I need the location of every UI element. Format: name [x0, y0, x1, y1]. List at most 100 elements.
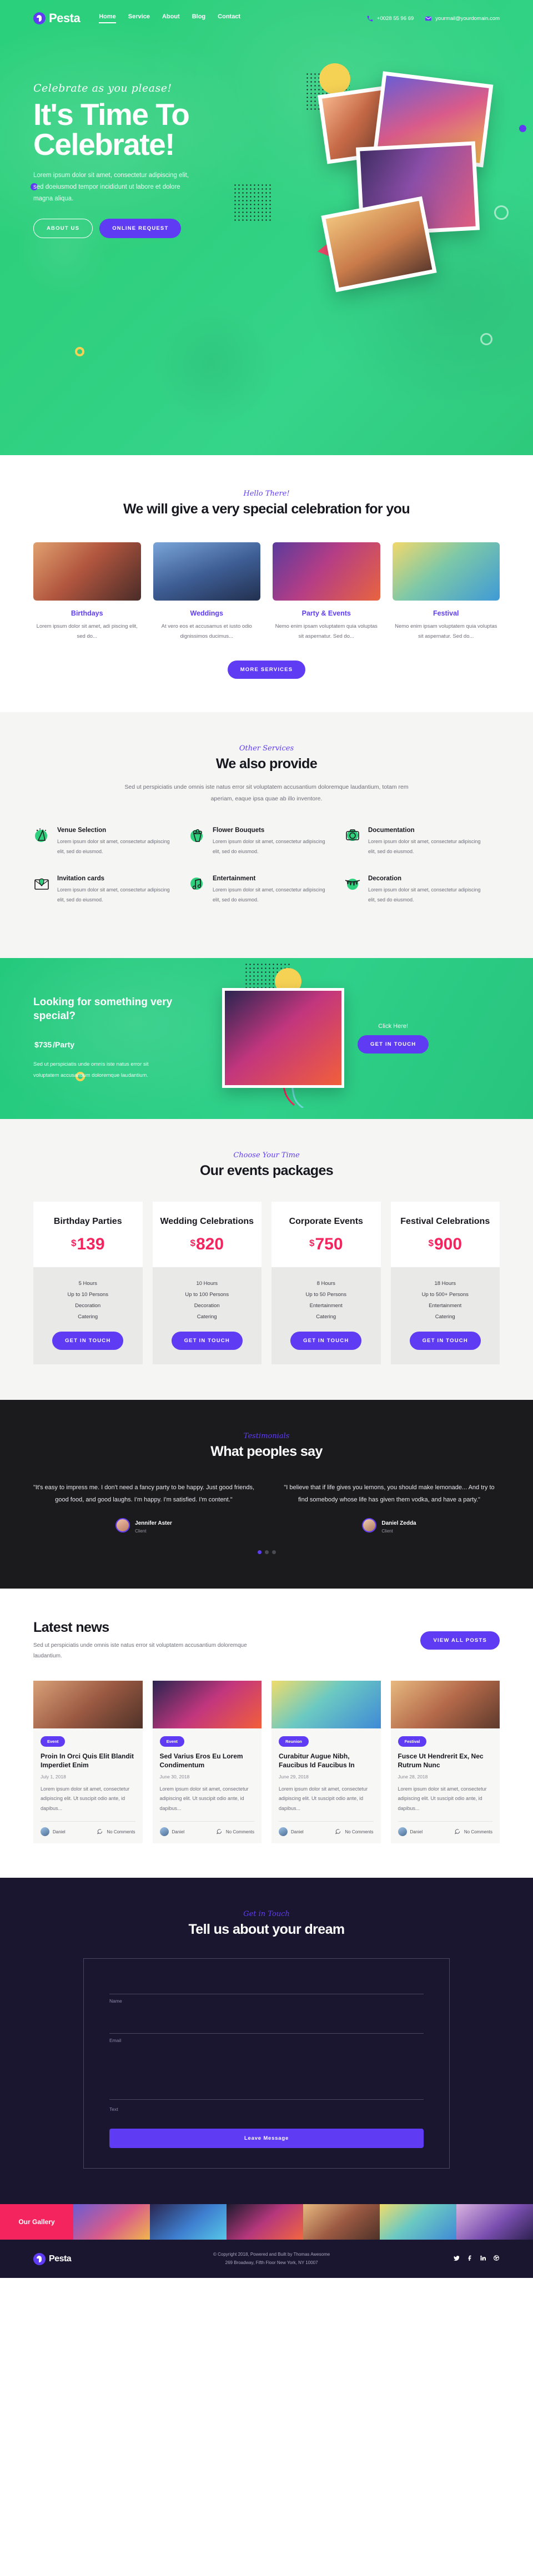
news-tag[interactable]: Reunion: [279, 1736, 309, 1747]
nav-phone[interactable]: +0028 55 96 69: [366, 15, 414, 22]
footer-address: 269 Broadway, Fifth Floor New York, NY 1…: [225, 2260, 318, 2265]
package-price-value: 750: [315, 1234, 343, 1253]
gallery-thumb[interactable]: [150, 2204, 227, 2240]
pagination-dot[interactable]: [264, 1550, 269, 1554]
logo-mark-icon: [33, 12, 46, 24]
gallery-thumb[interactable]: [456, 2204, 533, 2240]
offer-price: $735/Party: [33, 1031, 200, 1052]
category-card[interactable]: Festival Nemo enim ipsam voluptatem quia…: [392, 542, 500, 642]
news-excerpt: Lorem ipsum dolor sit amet, consectetur …: [41, 1786, 130, 1811]
currency-symbol: $: [190, 1237, 195, 1248]
package-price: $139: [39, 1235, 137, 1254]
category-card[interactable]: Weddings At vero eos et accusamus et ius…: [153, 542, 260, 642]
packages-title: Our events packages: [199, 1163, 334, 1179]
service-item[interactable]: Flower Bouquets Lorem ipsum dolor sit am…: [189, 827, 344, 856]
leave-message-button[interactable]: Leave Message: [109, 2129, 424, 2149]
category-name: Festival: [433, 609, 459, 617]
news-author: Daniel: [410, 1829, 423, 1834]
package-get-in-touch-button[interactable]: GET IN TOUCH: [290, 1331, 362, 1350]
service-item[interactable]: Invitation cards Lorem ipsum dolor sit a…: [33, 875, 189, 905]
category-name: Birthdays: [71, 609, 103, 617]
service-item[interactable]: Decoration Lorem ipsum dolor sit amet, c…: [344, 875, 500, 905]
about-us-button[interactable]: ABOUT US: [33, 218, 93, 238]
gallery-thumb[interactable]: [227, 2204, 303, 2240]
package-name: Wedding Celebrations: [160, 1217, 254, 1227]
dribbble-icon[interactable]: [493, 2254, 500, 2264]
name-input[interactable]: [109, 1982, 424, 1995]
package-get-in-touch-button[interactable]: GET IN TOUCH: [171, 1331, 243, 1350]
twitter-icon[interactable]: [453, 2254, 460, 2264]
email-input[interactable]: [109, 2021, 424, 2034]
comment-icon: [335, 1828, 342, 1836]
nav-link-service[interactable]: Service: [128, 13, 150, 23]
nav-links: Home Service About Blog Contact: [99, 13, 240, 23]
package-feature: Decoration: [75, 1302, 101, 1309]
package-get-in-touch-button[interactable]: GET IN TOUCH: [52, 1331, 124, 1350]
nav-phone-text: +0028 55 96 69: [376, 15, 414, 22]
hero-section: Pesta Home Service About Blog Contact +0…: [0, 0, 533, 455]
nav-email[interactable]: yourmail@yourdomain.com: [425, 15, 500, 22]
celebration-section: Hello There! We will give a very special…: [0, 455, 533, 713]
nav-contact-info: +0028 55 96 69 yourmail@yourdomain.com: [366, 15, 500, 22]
service-text: Lorem ipsum dolor sit amet, consectetur …: [212, 887, 325, 903]
service-item[interactable]: Entertainment Lorem ipsum dolor sit amet…: [189, 875, 344, 905]
news-image: [390, 1680, 500, 1728]
name-field-group: Name: [109, 1981, 424, 2004]
footer-logo[interactable]: Pesta: [33, 2252, 72, 2265]
package-get-in-touch-button[interactable]: GET IN TOUCH: [409, 1331, 481, 1350]
package-price-value: 820: [195, 1234, 224, 1253]
linkedin-icon[interactable]: [480, 2254, 486, 2264]
hero-title: It's Time To Celebrate!: [33, 99, 250, 160]
nav-link-about[interactable]: About: [162, 13, 180, 23]
site-logo[interactable]: Pesta: [33, 11, 81, 26]
gallery-strip: Our Gallery: [0, 2204, 533, 2240]
package-feature: Entertainment: [429, 1302, 462, 1309]
category-card[interactable]: Birthdays Lorem ipsum dolor sit amet, ad…: [33, 542, 141, 642]
message-textarea[interactable]: [109, 2060, 424, 2100]
online-request-button[interactable]: ONLINE REQUEST: [99, 218, 182, 238]
nav-link-home[interactable]: Home: [99, 13, 116, 23]
gallery-thumb[interactable]: [73, 2204, 150, 2240]
news-card[interactable]: Festival Fusce Ut Hendrerit Ex, Nec Rutr…: [390, 1680, 500, 1844]
package-card[interactable]: Wedding Celebrations $820 10 Hours Up to…: [152, 1202, 262, 1364]
nav-link-blog[interactable]: Blog: [192, 13, 205, 23]
package-price: $820: [158, 1235, 257, 1254]
news-tag[interactable]: Event: [159, 1736, 184, 1747]
bouquet-icon: [189, 827, 205, 844]
package-card[interactable]: Birthday Parties $139 5 Hours Up to 10 P…: [33, 1202, 143, 1364]
avatar: [279, 1827, 288, 1837]
category-text: At vero eos et accusamus et iusto odio d…: [161, 623, 252, 640]
testimonial-pagination[interactable]: [33, 1550, 500, 1554]
gallery-thumb[interactable]: [380, 2204, 456, 2240]
package-card[interactable]: Corporate Events $750 8 Hours Up to 50 P…: [271, 1202, 381, 1364]
main-navigation: Pesta Home Service About Blog Contact +0…: [33, 0, 500, 37]
category-text: Nemo enim ipsam voluptatem quia voluptas…: [275, 623, 378, 640]
more-services-button[interactable]: MORE SERVICES: [227, 661, 306, 679]
news-card[interactable]: Event Sed Varius Eros Eu Lorem Condiment…: [152, 1680, 262, 1844]
category-text: Lorem ipsum dolor sit amet, adi piscing …: [36, 623, 138, 640]
service-title: Invitation cards: [57, 875, 104, 883]
nav-link-contact[interactable]: Contact: [218, 13, 240, 23]
avatar: [398, 1827, 407, 1837]
news-card[interactable]: Reunion Curabitur Augue Nibh, Faucibus I…: [271, 1680, 381, 1844]
category-card[interactable]: Party & Events Nemo enim ipsam voluptate…: [273, 542, 380, 642]
service-item[interactable]: Venue Selection Lorem ipsum dolor sit am…: [33, 827, 189, 856]
gallery-thumb[interactable]: [303, 2204, 380, 2240]
news-card[interactable]: Event Proin In Orci Quis Elit Blandit Im…: [33, 1680, 143, 1844]
get-in-touch-button[interactable]: GET IN TOUCH: [358, 1035, 429, 1053]
news-card-title: Fusce Ut Hendrerit Ex, Nec Rutrum Nunc: [398, 1752, 484, 1769]
package-price-value: 900: [434, 1234, 462, 1253]
pagination-dot[interactable]: [271, 1550, 276, 1554]
avatar: [41, 1827, 49, 1837]
news-image: [271, 1680, 381, 1728]
view-all-posts-button[interactable]: VIEW ALL POSTS: [420, 1631, 500, 1650]
contact-title: Tell us about your dream: [188, 1922, 345, 1938]
news-tag[interactable]: Event: [41, 1736, 66, 1747]
avatar: [115, 1518, 130, 1533]
package-card[interactable]: Festival Celebrations $900 18 Hours Up t…: [390, 1202, 500, 1364]
news-tag[interactable]: Festival: [398, 1736, 427, 1747]
service-item[interactable]: Documentation Lorem ipsum dolor sit amet…: [344, 827, 500, 856]
news-date: June 28, 2018: [398, 1773, 428, 1779]
pagination-dot[interactable]: [257, 1550, 262, 1554]
facebook-icon[interactable]: [466, 2254, 473, 2264]
